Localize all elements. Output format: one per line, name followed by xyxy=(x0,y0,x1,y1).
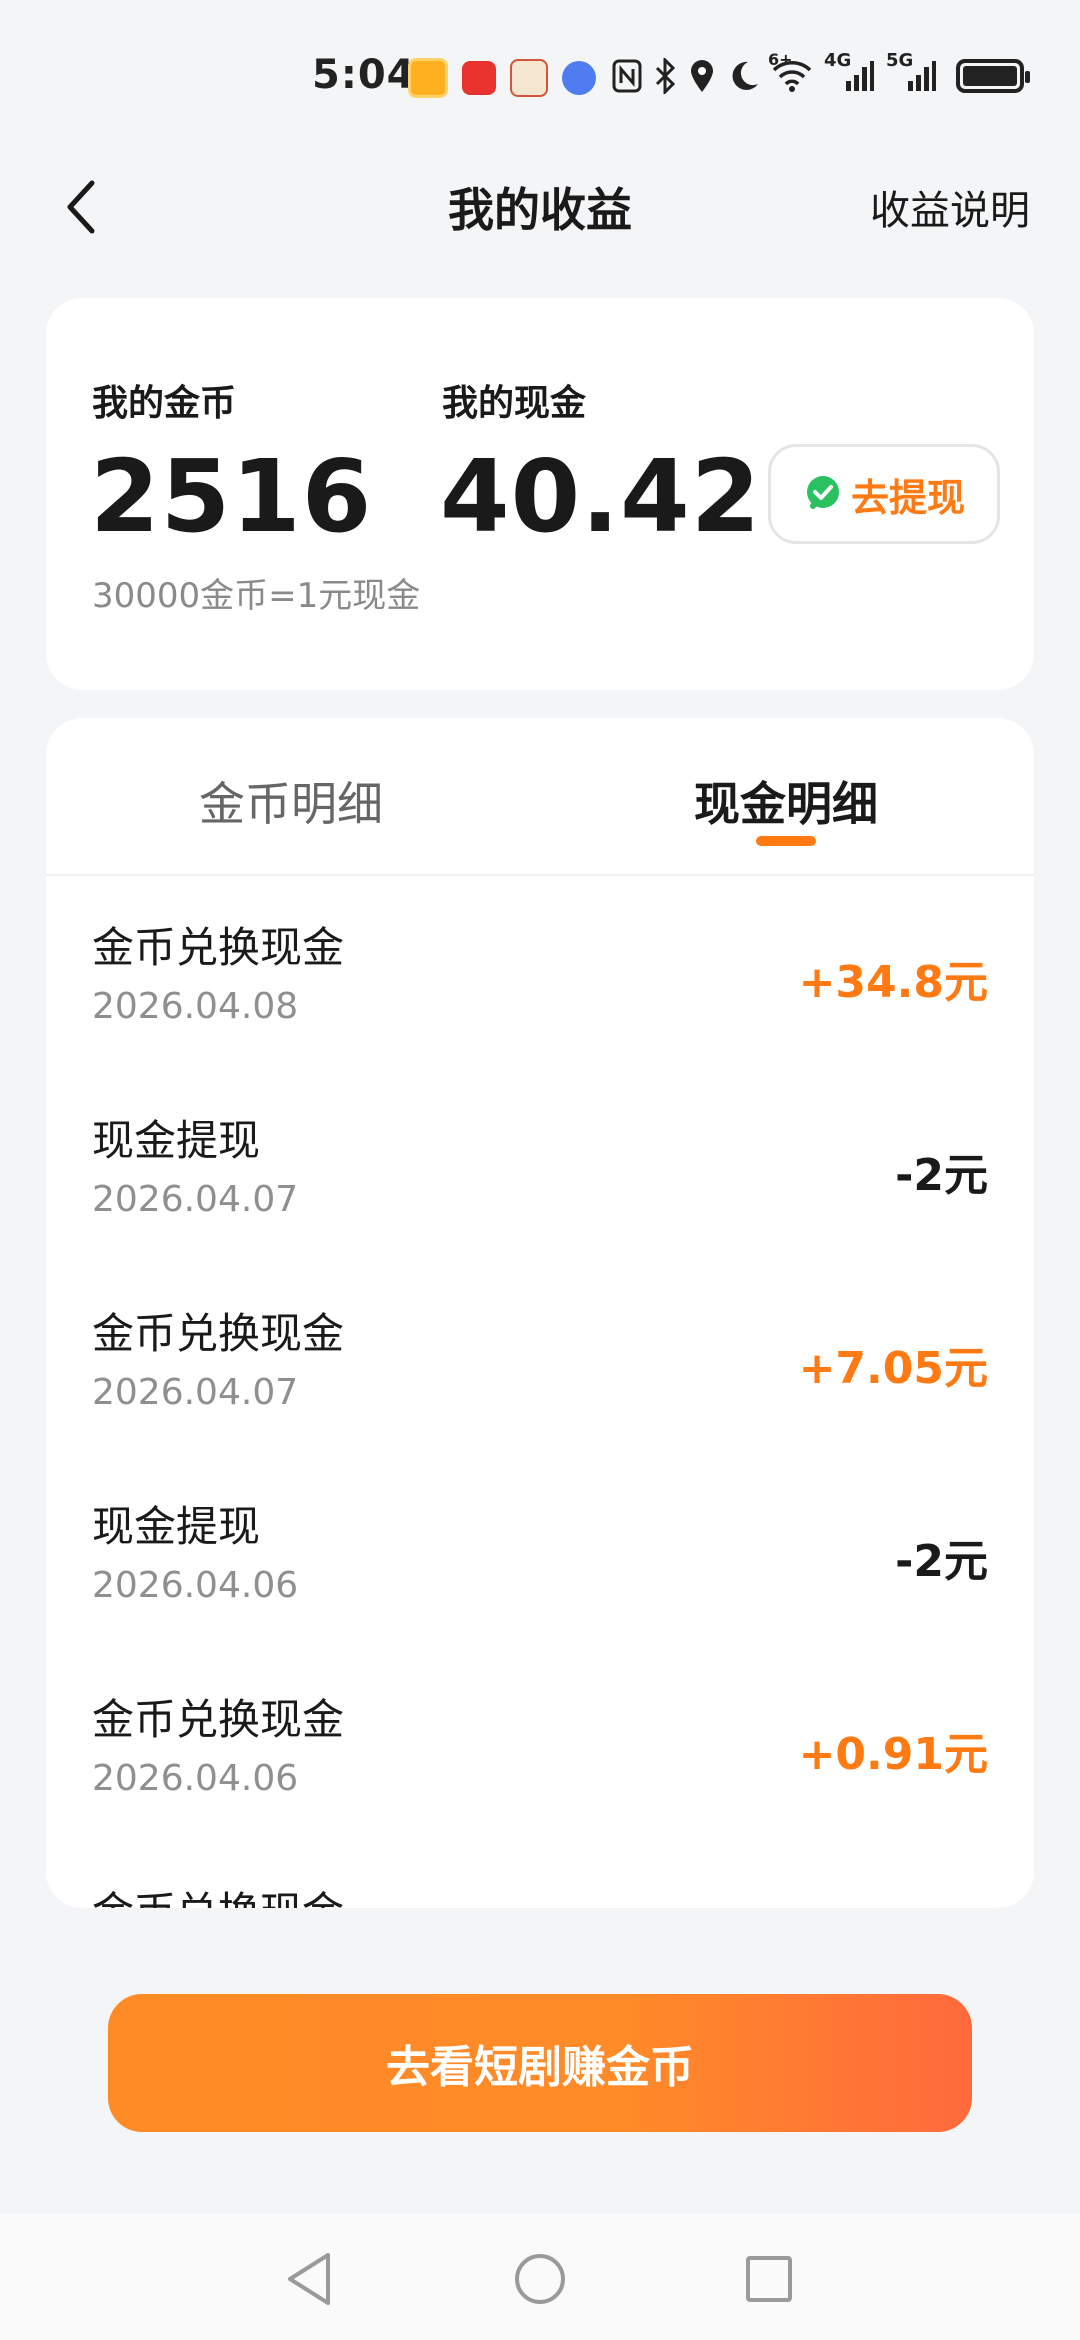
withdraw-button[interactable]: 去提现 xyxy=(768,444,1000,544)
nav-home-icon xyxy=(515,2254,565,2304)
earnings-explanation-link[interactable]: 收益说明 xyxy=(870,178,1030,236)
list-item: 金币兑换现金 2026.04.06 +0.91元 xyxy=(46,1648,1034,1841)
cash-value: 40.42 xyxy=(440,438,762,555)
record-date: 2026.04.06 xyxy=(92,1565,299,1606)
record-title: 金币兑换现金 xyxy=(92,1879,344,1908)
record-date: 2026.04.06 xyxy=(92,1758,299,1799)
record-amount: +34.8元 xyxy=(798,957,988,1008)
orange-app-icon xyxy=(408,58,448,98)
network-5g-label: 5G xyxy=(886,50,914,71)
tab-cash-details[interactable]: 现金明细 xyxy=(586,768,986,834)
coins-value: 2516 xyxy=(90,438,373,555)
status-system-icons: 6+ 4G 5G xyxy=(612,50,1034,96)
system-nav-bar xyxy=(0,2214,1080,2340)
cta-label: 去看短剧赚金币 xyxy=(386,2042,694,2093)
record-title: 金币兑换现金 xyxy=(92,1695,345,1744)
record-amount: +7.05元 xyxy=(798,1343,988,1394)
record-title: 金币兑换现金 xyxy=(92,1309,345,1358)
location-icon xyxy=(688,56,716,96)
list-item: 现金提现 2026.04.06 -2元 xyxy=(46,1455,1034,1648)
red-app-icon xyxy=(462,61,496,95)
moon-icon xyxy=(728,56,760,96)
record-title: 金币兑换现金 xyxy=(92,923,345,972)
wechat-icon xyxy=(806,476,839,509)
wifi-label: 6+ xyxy=(768,50,793,69)
record-title: 现金提现 xyxy=(92,1502,261,1551)
record-title: 现金提现 xyxy=(92,1116,261,1165)
record-amount: +0.91元 xyxy=(798,1729,988,1780)
record-amount: -2元 xyxy=(895,1536,988,1587)
signal-4g-icon: 4G xyxy=(824,50,874,96)
list-item: 金币兑换现金 2026.04.07 +7.05元 xyxy=(46,1262,1034,1455)
record-amount: -2元 xyxy=(895,1150,988,1201)
list-item: 现金提现 2026.04.07 -2元 xyxy=(46,1069,1034,1262)
record-date: 2026.04.07 xyxy=(92,1179,299,1220)
music-app-icon xyxy=(562,61,596,95)
nav-recent-icon xyxy=(746,2256,792,2302)
exchange-rate-note: 30000金币=1元现金 xyxy=(92,576,421,616)
detail-tabs: 金币明细 现金明细 xyxy=(46,718,1034,876)
cash-label: 我的现金 xyxy=(442,383,587,424)
nav-recent-button[interactable] xyxy=(734,2244,804,2314)
status-time: 5:04 xyxy=(312,52,416,98)
list-item: 金币兑换现金 xyxy=(46,1841,1034,1908)
coins-label: 我的金币 xyxy=(92,383,237,424)
wifi-icon: 6+ xyxy=(768,50,812,96)
nav-back-icon xyxy=(288,2253,330,2305)
detail-card: 金币明细 现金明细 金币兑换现金 2026.04.08 +34.8元 现金提现 … xyxy=(46,718,1034,1908)
record-list[interactable]: 金币兑换现金 2026.04.08 +34.8元 现金提现 2026.04.07… xyxy=(46,876,1034,1908)
balance-card: 我的金币 2516 我的现金 40.42 30000金币=1元现金 去提现 xyxy=(46,298,1034,690)
watch-drama-earn-coins-button[interactable]: 去看短剧赚金币 xyxy=(108,1994,972,2132)
record-date: 2026.04.07 xyxy=(92,1372,299,1413)
withdraw-label: 去提现 xyxy=(850,475,965,520)
nav-home-button[interactable] xyxy=(505,2244,575,2314)
active-tab-indicator xyxy=(756,836,816,846)
nfc-icon xyxy=(612,56,642,96)
record-date: 2026.04.08 xyxy=(92,986,299,1027)
network-4g-label: 4G xyxy=(824,50,852,71)
header: 我的收益 收益说明 xyxy=(0,160,1080,250)
signal-5g-icon: 5G xyxy=(886,50,936,96)
nav-back-button[interactable] xyxy=(274,2244,344,2314)
list-item: 金币兑换现金 2026.04.08 +34.8元 xyxy=(46,876,1034,1069)
status-app-icons xyxy=(408,58,596,98)
status-bar: 5:04 6+ 4G 5G xyxy=(0,0,1080,160)
cartoon-app-icon xyxy=(510,59,548,97)
battery-icon xyxy=(956,56,1030,96)
tab-coin-details[interactable]: 金币明细 xyxy=(91,768,491,834)
bluetooth-icon xyxy=(654,56,676,96)
